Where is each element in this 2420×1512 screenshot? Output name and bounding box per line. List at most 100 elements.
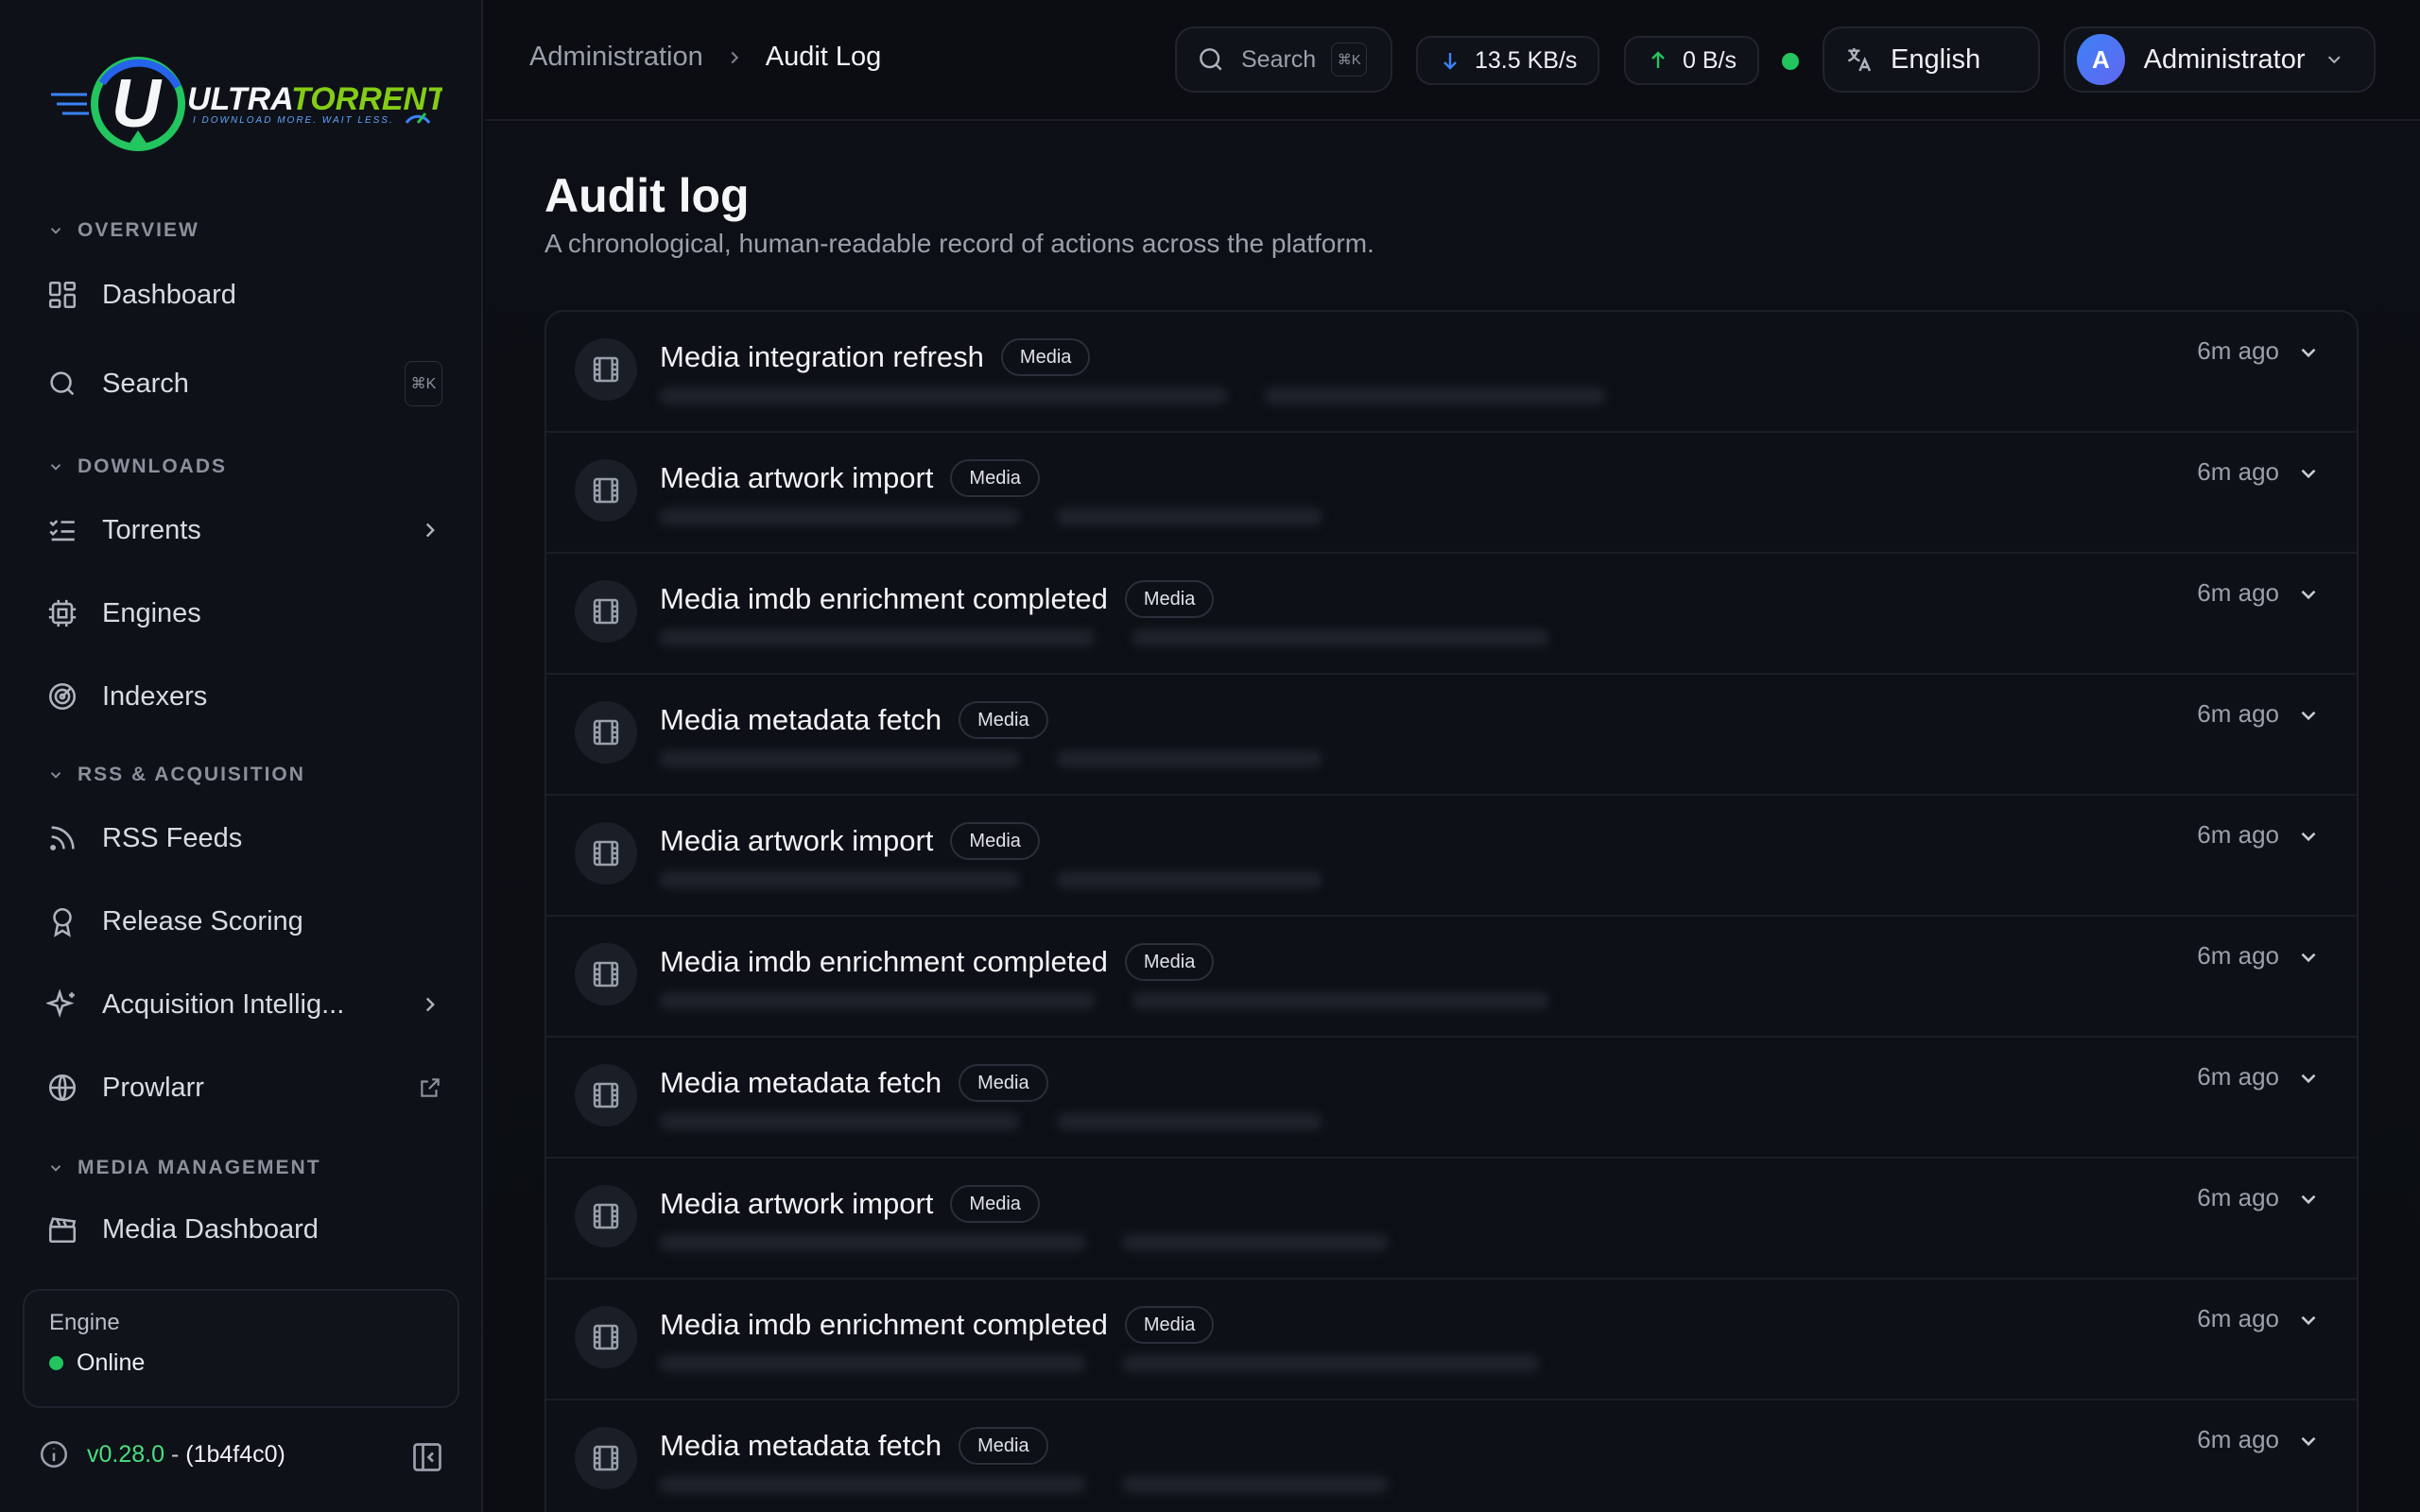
engine-status: Online <box>49 1349 433 1377</box>
list-item[interactable]: Media artwork import Media 6m ago <box>546 796 2357 917</box>
chevron-down-icon[interactable] <box>2296 703 2321 728</box>
chevron-down-icon <box>2328 56 2342 64</box>
ultratorrent-logo[interactable]: U ULTRATORRENT I DOWNLOAD MORE. WAIT LES… <box>45 45 442 159</box>
entry-title: Media metadata fetch <box>660 1066 942 1099</box>
entry-meta-redacted <box>1123 1476 1388 1493</box>
film-icon <box>575 943 637 1005</box>
chevron-down-icon[interactable] <box>2296 461 2321 486</box>
list-item[interactable]: Media metadata fetch Media 6m ago <box>546 1038 2357 1159</box>
entry-title-group: Media metadata fetch Media <box>660 701 1048 739</box>
entry-time: 6m ago <box>2197 820 2279 849</box>
chevron-down-icon[interactable] <box>2296 1308 2321 1332</box>
engine-status-text: Online <box>77 1349 146 1376</box>
chevron-right-icon[interactable] <box>418 992 442 1017</box>
category-badge: Media <box>950 459 1040 497</box>
upload-speed[interactable]: 0 B/s <box>1624 36 1759 85</box>
breadcrumb-current: Audit Log <box>765 42 882 72</box>
sidebar-item-search[interactable]: Search ⌘K <box>45 355 442 412</box>
main-content: Audit log A chronological, human-readabl… <box>485 123 2420 1512</box>
category-badge: Media <box>1000 338 1091 376</box>
entry-title: Media artwork import <box>660 461 934 494</box>
external-link-icon <box>421 1078 440 1097</box>
entry-title-group: Media artwork import Media <box>660 459 1040 497</box>
entry-details-redacted <box>660 1476 1085 1493</box>
chevron-right-icon[interactable] <box>418 518 442 542</box>
sidebar-item-dashboard[interactable]: Dashboard <box>45 266 442 323</box>
entry-details-redacted <box>660 1355 1085 1372</box>
list-item[interactable]: Media imdb enrichment completed Media 6m… <box>546 1280 2357 1400</box>
sidebar-item-label: Engines <box>102 597 201 628</box>
entry-time: 6m ago <box>2197 1425 2279 1453</box>
section-media-management[interactable]: MEDIA MANAGEMENT <box>47 1157 321 1179</box>
version-info: v0.28.0 - (1b4f4c0) <box>38 1438 285 1470</box>
list-item[interactable]: Media imdb enrichment completed Media 6m… <box>546 554 2357 675</box>
entry-title: Media imdb enrichment completed <box>660 1308 1108 1341</box>
info-icon[interactable] <box>38 1438 70 1470</box>
sidebar-item-label: Dashboard <box>102 279 236 310</box>
sidebar-item-acquisition-intelligence[interactable]: Acquisition Intellig... <box>45 976 442 1033</box>
avatar: A <box>2077 34 2125 85</box>
list-item[interactable]: Media artwork import Media 6m ago <box>546 433 2357 554</box>
sidebar-item-indexers[interactable]: Indexers <box>45 668 442 725</box>
entry-meta-redacted <box>1123 1234 1388 1251</box>
entry-title: Media artwork import <box>660 824 934 857</box>
list-item[interactable]: Media artwork import Media 6m ago <box>546 1159 2357 1280</box>
sidebar-item-release-scoring[interactable]: Release Scoring <box>45 893 442 950</box>
search-icon <box>1200 48 1222 71</box>
sidebar-item-rss-feeds[interactable]: RSS Feeds <box>45 810 442 867</box>
film-icon <box>575 459 637 522</box>
category-badge: Media <box>959 701 1048 739</box>
section-rss-acquisition[interactable]: RSS & ACQUISITION <box>47 764 305 786</box>
sidebar-item-prowlarr[interactable]: Prowlarr <box>45 1059 442 1116</box>
language-value: English <box>1891 43 1981 75</box>
engine-label: Engine <box>49 1310 120 1335</box>
status-dot-icon <box>49 1356 63 1370</box>
user-menu[interactable]: A Administrator <box>2064 26 2376 93</box>
global-search-button[interactable]: Search ⌘K <box>1175 26 1392 93</box>
entry-details-redacted <box>660 1234 1085 1251</box>
list-check-icon <box>45 513 79 547</box>
sidebar-item-engines[interactable]: Engines <box>45 585 442 642</box>
entry-time: 6m ago <box>2197 699 2279 728</box>
entry-title: Media metadata fetch <box>660 703 942 736</box>
entry-meta-redacted <box>1057 1113 1322 1130</box>
entry-meta-redacted <box>1057 750 1322 767</box>
entry-meta-redacted <box>1123 1355 1539 1372</box>
section-overview[interactable]: OVERVIEW <box>47 219 199 242</box>
sidebar-item-torrents[interactable]: Torrents <box>45 502 442 558</box>
entry-meta-redacted <box>1265 387 1605 404</box>
list-item[interactable]: Media integration refresh Media 6m ago <box>546 312 2357 433</box>
sidebar-item-media-dashboard[interactable]: Media Dashboard <box>45 1201 442 1258</box>
list-item[interactable]: Media metadata fetch Media 6m ago <box>546 1400 2357 1512</box>
entry-time: 6m ago <box>2197 457 2279 486</box>
entry-time: 6m ago <box>2197 941 2279 970</box>
list-item[interactable]: Media metadata fetch Media 6m ago <box>546 675 2357 796</box>
sparkles-icon <box>45 988 79 1022</box>
chevron-down-icon[interactable] <box>2296 340 2321 365</box>
chevron-down-icon[interactable] <box>2296 1429 2321 1453</box>
download-speed-value: 13.5 KB/s <box>1475 46 1578 74</box>
upload-speed-value: 0 B/s <box>1683 46 1737 74</box>
chevron-down-icon[interactable] <box>2296 582 2321 607</box>
grid-icon <box>45 278 79 312</box>
page-subtitle: A chronological, human-readable record o… <box>544 229 1374 258</box>
film-icon <box>575 1185 637 1247</box>
section-downloads[interactable]: DOWNLOADS <box>47 455 227 478</box>
download-speed[interactable]: 13.5 KB/s <box>1416 36 1600 85</box>
entry-title-group: Media metadata fetch Media <box>660 1427 1048 1465</box>
chevron-down-icon[interactable] <box>2296 945 2321 970</box>
breadcrumb-parent[interactable]: Administration <box>529 42 703 73</box>
film-icon <box>575 1306 637 1368</box>
svg-text:I DOWNLOAD MORE. WAIT LESS.: I DOWNLOAD MORE. WAIT LESS. <box>193 115 394 126</box>
entry-title: Media artwork import <box>660 1187 934 1220</box>
chevron-down-icon[interactable] <box>2296 824 2321 849</box>
film-icon <box>575 701 637 764</box>
connection-status-dot-icon <box>1782 53 1799 70</box>
chevron-down-icon[interactable] <box>2296 1066 2321 1091</box>
language-selector[interactable]: English <box>1823 26 2040 93</box>
chevron-down-icon <box>50 464 61 471</box>
collapse-sidebar-icon[interactable] <box>410 1440 444 1474</box>
entry-title-group: Media imdb enrichment completed Media <box>660 943 1215 981</box>
chevron-down-icon[interactable] <box>2296 1187 2321 1211</box>
list-item[interactable]: Media imdb enrichment completed Media 6m… <box>546 917 2357 1038</box>
